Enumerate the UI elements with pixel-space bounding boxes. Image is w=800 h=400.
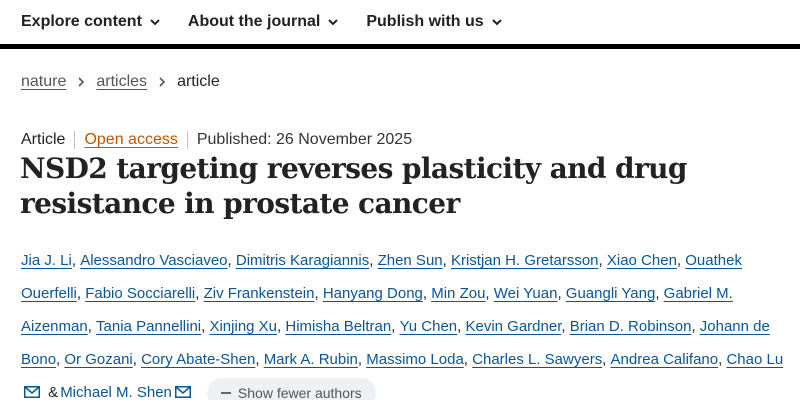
breadcrumb-link-articles[interactable]: articles <box>96 73 147 91</box>
nav-explore-content[interactable]: Explore content <box>21 13 161 31</box>
author-link[interactable]: Or Gozani <box>64 351 132 368</box>
author-link[interactable]: Michael M. Shen <box>60 384 172 400</box>
author-link[interactable]: Massimo Loda <box>366 351 464 368</box>
breadcrumb-link-nature[interactable]: nature <box>21 73 66 91</box>
author-item: Andrea Califano, <box>610 351 727 368</box>
author-link[interactable]: Andrea Califano <box>611 351 719 368</box>
author-item: Hanyang Dong, <box>322 285 432 302</box>
author-link[interactable]: Charles L. Sawyers <box>472 351 602 368</box>
author-link[interactable]: Hanyang Dong <box>323 285 423 302</box>
show-fewer-authors-button[interactable]: Show fewer authors <box>206 378 376 400</box>
nav-item-label: About the journal <box>187 13 321 30</box>
ampersand: & <box>48 384 59 400</box>
chevron-right-icon <box>77 76 85 88</box>
author-item: Yu Chen, <box>399 318 466 335</box>
author-item: Massimo Loda, <box>366 351 473 368</box>
article-title: NSD2 targeting reverses plasticity and d… <box>20 152 688 220</box>
author-link[interactable]: Mark A. Rubin <box>264 351 358 368</box>
nav-about-the-journal[interactable]: About the journal <box>188 13 339 31</box>
show-fewer-label: Show fewer authors <box>237 385 362 400</box>
envelope-icon[interactable] <box>24 377 40 398</box>
author-item: Guangli Yang, <box>565 285 664 302</box>
author-link[interactable]: Wei Yuan <box>494 285 558 302</box>
author-link[interactable]: Chao Lu <box>726 351 783 368</box>
chevron-down-icon <box>327 16 339 28</box>
author-link[interactable]: Himisha Beltran <box>285 318 391 335</box>
author-item: Ziv Frankenstein, <box>203 285 323 302</box>
author-item: Fabio Socciarelli, <box>85 285 204 302</box>
envelope-icon[interactable] <box>174 377 191 398</box>
author-link[interactable]: Xiao Chen <box>607 252 677 269</box>
author-item: Tania Pannellini, <box>96 318 210 335</box>
chevron-down-icon <box>491 16 503 28</box>
nav-divider <box>0 44 800 49</box>
author-link[interactable]: Xinjing Xu <box>209 318 277 335</box>
author-item: Kristjan H. Gretarsson, <box>450 252 607 269</box>
author-link[interactable]: Jia J. Li <box>21 252 72 269</box>
author-link[interactable]: Fabio Socciarelli <box>85 285 195 302</box>
article-type: Article <box>21 131 66 148</box>
author-item: Himisha Beltran, <box>285 318 400 335</box>
author-link[interactable]: Yu Chen <box>400 318 458 335</box>
author-item: Jia J. Li, <box>21 252 81 269</box>
chevron-right-icon <box>158 76 166 88</box>
chevron-down-icon <box>149 16 161 28</box>
author-link[interactable]: Brian D. Robinson <box>570 318 692 335</box>
breadcrumb-current: article <box>177 73 220 90</box>
minus-icon <box>220 392 231 395</box>
published-date: Published: 26 November 2025 <box>196 131 413 148</box>
nav-item-label: Explore content <box>21 13 142 30</box>
author-item: Or Gozani, <box>64 351 142 368</box>
author-item: Wei Yuan, <box>493 285 566 302</box>
top-navigation: Explore content About the journal Publis… <box>0 0 800 44</box>
author-item: Dimitris Karagiannis, <box>235 252 378 269</box>
author-item: Brian D. Robinson, <box>569 318 700 335</box>
author-link[interactable]: Tania Pannellini <box>96 318 201 335</box>
author-item: Charles L. Sawyers, <box>472 351 611 368</box>
author-link[interactable]: Guangli Yang <box>566 285 656 302</box>
author-link[interactable]: Ziv Frankenstein <box>204 285 315 302</box>
author-item: Zhen Sun, <box>377 252 451 269</box>
author-link[interactable]: Cory Abate-Shen <box>141 351 255 368</box>
author-link[interactable]: Dimitris Karagiannis <box>236 252 369 269</box>
author-item: Mark A. Rubin, <box>263 351 367 368</box>
author-item: Xiao Chen, <box>606 252 686 269</box>
nav-publish-with-us[interactable]: Publish with us <box>366 13 502 31</box>
article-meta: Article Open access Published: 26 Novemb… <box>21 131 412 149</box>
author-link[interactable]: Min Zou <box>431 285 485 302</box>
meta-divider <box>186 131 188 149</box>
author-link[interactable]: Kristjan H. Gretarsson <box>451 252 599 269</box>
author-item: Xinjing Xu, <box>209 318 286 335</box>
meta-divider <box>74 131 76 149</box>
author-item: Cory Abate-Shen, <box>141 351 264 368</box>
author-item: Kevin Gardner, <box>465 318 570 335</box>
open-access-link[interactable]: Open access <box>84 131 177 149</box>
author-link[interactable]: Kevin Gardner <box>465 318 561 335</box>
authors-ul: Jia J. Li, Alessandro Vasciaveo, Dimitri… <box>21 252 783 400</box>
author-item: Min Zou, <box>431 285 494 302</box>
author-link[interactable]: Alessandro Vasciaveo <box>80 252 227 269</box>
author-item: Alessandro Vasciaveo, <box>80 252 236 269</box>
author-list: Jia J. Li, Alessandro Vasciaveo, Dimitri… <box>21 244 791 400</box>
nav-item-label: Publish with us <box>366 13 484 30</box>
article-page: Explore content About the journal Publis… <box>0 0 800 400</box>
author-link[interactable]: Zhen Sun <box>378 252 443 269</box>
breadcrumb: nature articles article <box>21 73 220 91</box>
